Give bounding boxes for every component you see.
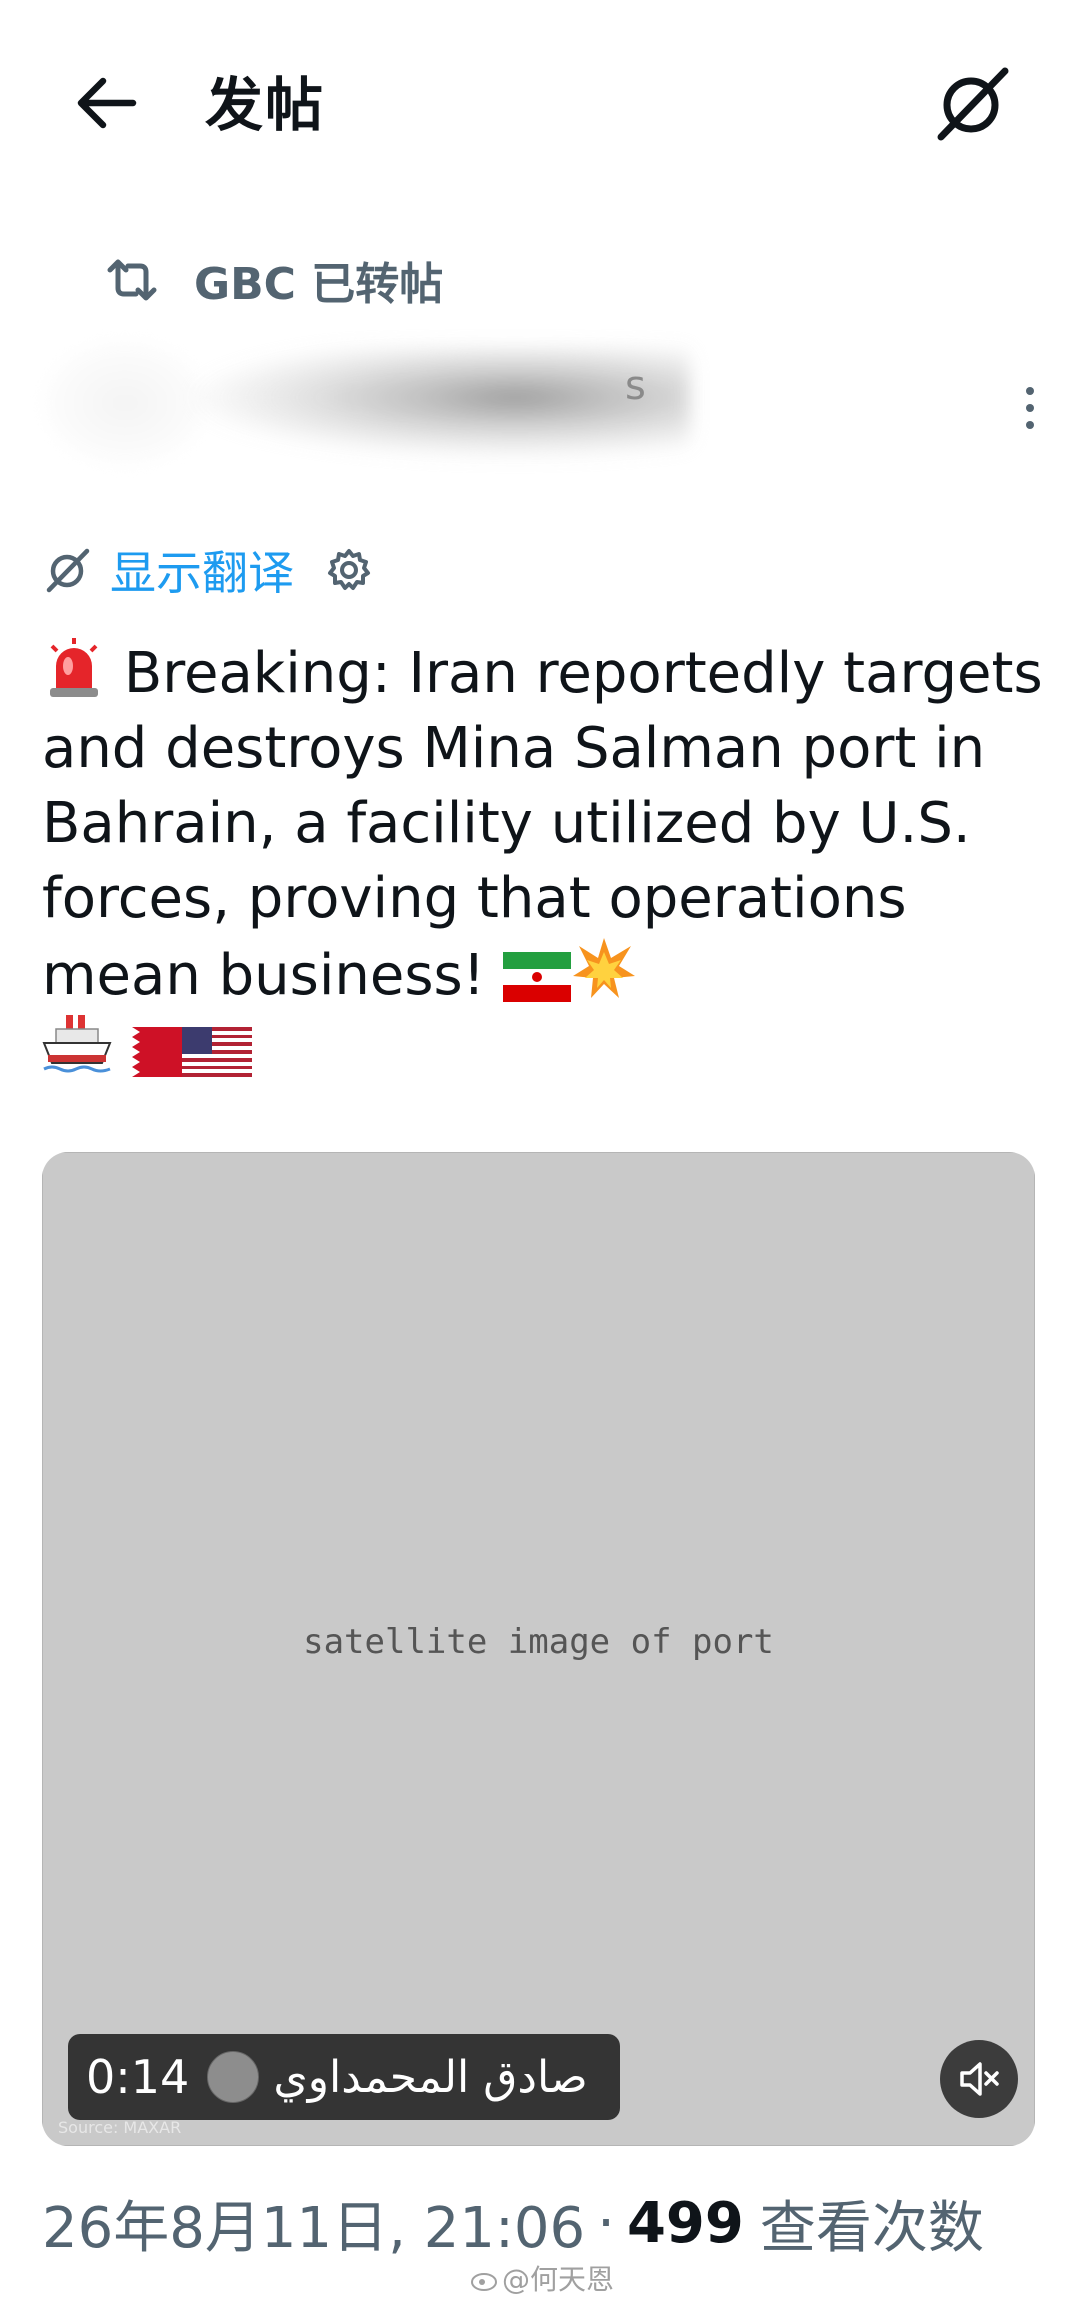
repost-icon	[107, 259, 157, 301]
post-page: 发帖 GBC 已转帖 s 显示翻译 Breaking: Iran reporte…	[0, 0, 1080, 2309]
more-vertical-icon	[1026, 387, 1034, 395]
post-timestamp[interactable]: 26年8月11日, 21:06	[42, 2183, 585, 2264]
show-translation-link[interactable]: 显示翻译	[44, 537, 294, 603]
show-translation-label: 显示翻译	[110, 546, 294, 600]
author-row: s	[40, 328, 1040, 478]
video-info-chip[interactable]: 0:14 صادق المحمداوي	[68, 2034, 620, 2120]
author-name-redacted[interactable]	[190, 348, 690, 458]
tweet-body: Breaking: Iran reportedly targets and de…	[42, 636, 1052, 1088]
avatar[interactable]	[40, 338, 210, 468]
uploader-name: صادق المحمداوي	[273, 2051, 588, 2103]
author-name-trailing: s	[625, 363, 646, 409]
header: 发帖	[0, 0, 1080, 200]
bahrain-flag-emoji	[112, 1027, 182, 1077]
source-watermark: Source: MAXAR	[58, 2118, 182, 2137]
page-title: 发帖	[205, 71, 326, 139]
more-options-button[interactable]	[1000, 368, 1060, 448]
iran-flag-emoji	[502, 952, 571, 1002]
repost-indicator[interactable]: GBC 已转帖	[104, 248, 443, 312]
video-duration: 0:14	[86, 2050, 190, 2104]
ship-emoji	[42, 1015, 112, 1073]
arrow-left-icon	[77, 77, 137, 129]
weibo-watermark: @何天恩	[470, 2258, 614, 2298]
uploader-avatar	[207, 2051, 260, 2103]
usa-flag-emoji	[182, 1027, 252, 1077]
back-button[interactable]	[62, 60, 148, 146]
grok-icon	[937, 67, 1009, 141]
mute-button[interactable]	[940, 2040, 1018, 2118]
more-dot	[1026, 421, 1034, 429]
police-light-emoji	[50, 638, 98, 697]
image-placeholder-label: satellite image of port	[303, 1622, 774, 1662]
speaker-muted-icon	[960, 2062, 999, 2096]
view-count: 499	[626, 2190, 744, 2256]
weibo-logo-icon	[471, 2273, 497, 2291]
grok-button[interactable]	[925, 55, 1021, 151]
repost-text: GBC 已转帖	[194, 259, 444, 310]
watermark-text: @何天恩	[502, 2263, 615, 2296]
post-meta: 26年8月11日, 21:06 · 499 查看次数	[42, 2188, 984, 2261]
view-count-label: 查看次数	[759, 2195, 984, 2261]
translate-row: 显示翻译	[44, 535, 374, 605]
meta-separator: ·	[597, 2190, 615, 2256]
grok-icon	[46, 548, 90, 593]
video-player[interactable]: satellite image of port Source: MAXAR 0:…	[42, 1152, 1035, 2146]
more-dot	[1026, 404, 1034, 412]
gear-icon	[328, 549, 370, 590]
collision-emoji	[572, 938, 635, 998]
translation-settings-button[interactable]	[324, 545, 374, 595]
